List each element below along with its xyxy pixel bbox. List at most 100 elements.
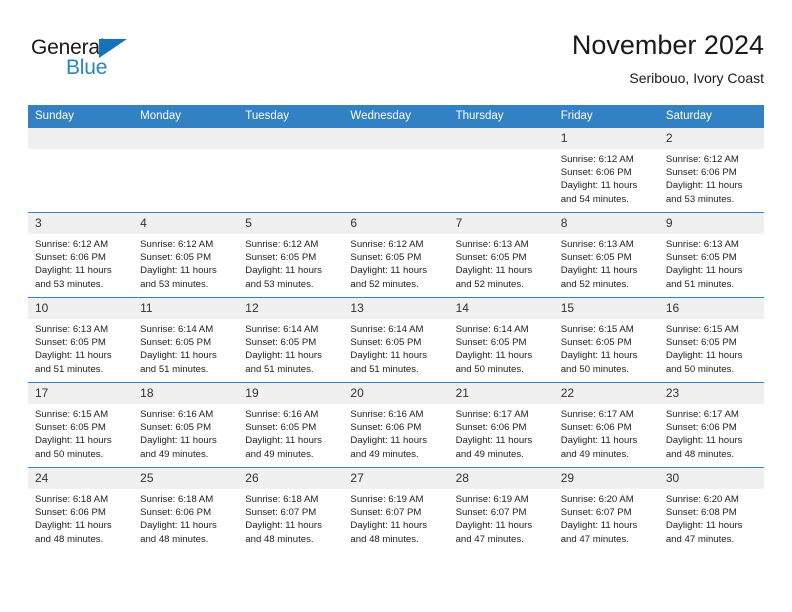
sunset-text: Sunset: 6:05 PM: [245, 252, 317, 264]
day-sun-info: Sunrise: 6:12 AM Sunset: 6:06 PM Daylight:…: [28, 234, 133, 291]
day-sun-info: Sunrise: 6:18 AM Sunset: 6:07 PM Daylight:…: [238, 489, 343, 546]
calendar-day-cell[interactable]: 8 Sunrise: 6:13 AM Sunset: 6:05 PM Daylight…: [553, 212, 659, 298]
calendar-day-cell[interactable]: 6 Sunrise: 6:12 AM Sunset: 6:05 PM Daylight…: [343, 212, 449, 298]
calendar-day-cell[interactable]: 20 Sunrise: 6:16 AM Sunset: 6:06 PM Dayligh…: [343, 382, 449, 468]
calendar-day-cell[interactable]: 26 Sunrise: 6:18 AM Sunset: 6:07 PM Dayligh…: [238, 467, 344, 552]
calendar-day-cell[interactable]: 7 Sunrise: 6:13 AM Sunset: 6:05 PM Daylight…: [448, 212, 554, 298]
general-blue-logo[interactable]: General Blue: [31, 36, 161, 84]
daylight-text-line1: Daylight: 11 hours: [245, 265, 322, 277]
sunrise-text: Sunrise: 6:12 AM: [665, 154, 739, 165]
daylight-text-line2: and 51 minutes.: [140, 363, 209, 375]
sunset-text: Sunset: 6:06 PM: [665, 422, 737, 434]
daylight-text-line2: and 53 minutes.: [35, 278, 104, 290]
calendar-day-cell[interactable]: 3 Sunrise: 6:12 AM Sunset: 6:06 PM Daylight…: [28, 212, 134, 298]
daylight-text-line2: and 49 minutes.: [245, 448, 314, 460]
sunrise-text: Sunrise: 6:12 AM: [140, 239, 214, 250]
calendar-day-cell[interactable]: 25 Sunrise: 6:18 AM Sunset: 6:06 PM Dayligh…: [133, 467, 239, 552]
calendar-day-cell[interactable]: 12 Sunrise: 6:14 AM Sunset: 6:05 PM Dayligh…: [238, 297, 344, 383]
day-sun-info: Sunrise: 6:15 AM Sunset: 6:05 PM Daylight:…: [554, 319, 659, 376]
sunrise-text: Sunrise: 6:12 AM: [560, 154, 634, 165]
day-number: 9: [658, 213, 764, 234]
daylight-text-line2: and 48 minutes.: [140, 533, 209, 545]
calendar-day-cell[interactable]: 5 Sunrise: 6:12 AM Sunset: 6:05 PM Daylight…: [238, 212, 344, 298]
calendar-day-cell[interactable]: 18 Sunrise: 6:16 AM Sunset: 6:05 PM Dayligh…: [133, 382, 239, 468]
day-number: 17: [28, 383, 134, 404]
sunrise-text: Sunrise: 6:12 AM: [350, 239, 424, 250]
day-number: 8: [553, 213, 659, 234]
calendar-day-cell[interactable]: 24 Sunrise: 6:18 AM Sunset: 6:06 PM Dayligh…: [28, 467, 134, 552]
daylight-text-line1: Daylight: 11 hours: [665, 520, 743, 532]
calendar-day-cell[interactable]: 10 Sunrise: 6:13 AM Sunset: 6:05 PM Dayligh…: [28, 297, 134, 383]
sunset-text: Sunset: 6:05 PM: [665, 337, 737, 349]
sunrise-text: Sunrise: 6:13 AM: [560, 239, 634, 250]
day-sun-info: Sunrise: 6:19 AM Sunset: 6:07 PM Daylight:…: [343, 489, 448, 546]
day-sun-info: Sunrise: 6:14 AM Sunset: 6:05 PM Daylight:…: [238, 319, 343, 376]
day-number: 19: [238, 383, 344, 404]
calendar-day-cell[interactable]: 1 Sunrise: 6:12 AM Sunset: 6:06 PM Daylight…: [553, 127, 659, 213]
daylight-text-line1: Daylight: 11 hours: [665, 265, 743, 277]
daylight-text-line1: Daylight: 11 hours: [560, 520, 638, 532]
daylight-text-line2: and 53 minutes.: [665, 193, 735, 205]
sunset-text: Sunset: 6:06 PM: [35, 252, 106, 264]
sunset-text: Sunset: 6:06 PM: [560, 422, 632, 434]
sunrise-text: Sunrise: 6:13 AM: [665, 239, 739, 250]
calendar-day-cell[interactable]: 4 Sunrise: 6:12 AM Sunset: 6:05 PM Daylight…: [133, 212, 239, 298]
calendar-day-cell-empty: [238, 127, 344, 213]
day-sun-info: Sunrise: 6:17 AM Sunset: 6:06 PM Daylight:…: [449, 404, 554, 461]
day-number: 2: [658, 128, 764, 149]
calendar-day-cell[interactable]: 15 Sunrise: 6:15 AM Sunset: 6:05 PM Dayligh…: [553, 297, 659, 383]
calendar-day-cell[interactable]: 30 Sunrise: 6:20 AM Sunset: 6:08 PM Dayligh…: [658, 467, 764, 552]
day-sun-info: Sunrise: 6:17 AM Sunset: 6:06 PM Daylight:…: [554, 404, 659, 461]
daylight-text-line2: and 52 minutes.: [455, 278, 524, 290]
sunset-text: Sunset: 6:06 PM: [350, 422, 422, 434]
day-sun-info: Sunrise: 6:14 AM Sunset: 6:05 PM Daylight:…: [133, 319, 238, 376]
day-number: 28: [448, 468, 554, 489]
sunrise-text: Sunrise: 6:19 AM: [455, 494, 529, 505]
daylight-text-line1: Daylight: 11 hours: [665, 180, 743, 192]
daylight-text-line1: Daylight: 11 hours: [560, 435, 638, 447]
day-sun-info: Sunrise: 6:12 AM Sunset: 6:05 PM Daylight:…: [238, 234, 343, 291]
calendar-day-cell[interactable]: 13 Sunrise: 6:14 AM Sunset: 6:05 PM Dayligh…: [343, 297, 449, 383]
calendar-day-cell[interactable]: 29 Sunrise: 6:20 AM Sunset: 6:07 PM Dayligh…: [553, 467, 659, 552]
calendar-day-cell[interactable]: 22 Sunrise: 6:17 AM Sunset: 6:06 PM Dayligh…: [553, 382, 659, 468]
day-number: 10: [28, 298, 134, 319]
page-subtitle: Seribouo, Ivory Coast: [629, 70, 764, 86]
calendar-day-cell[interactable]: 19 Sunrise: 6:16 AM Sunset: 6:05 PM Dayligh…: [238, 382, 344, 468]
day-sun-info: Sunrise: 6:13 AM Sunset: 6:05 PM Daylight:…: [659, 234, 764, 291]
day-number: 16: [658, 298, 764, 319]
sunset-text: Sunset: 6:05 PM: [245, 422, 317, 434]
day-number: 23: [658, 383, 764, 404]
calendar-day-cell[interactable]: 14 Sunrise: 6:14 AM Sunset: 6:05 PM Dayligh…: [448, 297, 554, 383]
calendar-day-cell[interactable]: 2 Sunrise: 6:12 AM Sunset: 6:06 PM Daylight…: [658, 127, 764, 213]
day-number: 24: [28, 468, 134, 489]
daylight-text-line2: and 51 minutes.: [665, 278, 735, 290]
calendar-day-cell[interactable]: 16 Sunrise: 6:15 AM Sunset: 6:05 PM Dayligh…: [658, 297, 764, 383]
calendar-day-cell[interactable]: 23 Sunrise: 6:17 AM Sunset: 6:06 PM Dayligh…: [658, 382, 764, 468]
daylight-text-line1: Daylight: 11 hours: [140, 520, 217, 532]
day-sun-info: Sunrise: 6:13 AM Sunset: 6:05 PM Daylight:…: [28, 319, 133, 376]
day-number: 5: [238, 213, 344, 234]
sunrise-text: Sunrise: 6:20 AM: [560, 494, 634, 505]
calendar-day-cell[interactable]: 9 Sunrise: 6:13 AM Sunset: 6:05 PM Daylight…: [658, 212, 764, 298]
calendar-day-cell-empty: [133, 127, 239, 213]
weekday-header-saturday: Saturday: [658, 105, 764, 128]
sunrise-text: Sunrise: 6:14 AM: [350, 324, 424, 335]
calendar-day-cell[interactable]: 21 Sunrise: 6:17 AM Sunset: 6:06 PM Dayligh…: [448, 382, 554, 468]
sunrise-text: Sunrise: 6:18 AM: [140, 494, 214, 505]
day-number: [343, 128, 449, 149]
sunset-text: Sunset: 6:07 PM: [350, 507, 422, 519]
daylight-text-line1: Daylight: 11 hours: [140, 350, 217, 362]
daylight-text-line2: and 48 minutes.: [245, 533, 314, 545]
daylight-text-line1: Daylight: 11 hours: [455, 350, 533, 362]
calendar-day-cell[interactable]: 17 Sunrise: 6:15 AM Sunset: 6:05 PM Dayligh…: [28, 382, 134, 468]
calendar-day-cell-empty: [448, 127, 554, 213]
calendar-day-cell[interactable]: 11 Sunrise: 6:14 AM Sunset: 6:05 PM Dayligh…: [133, 297, 239, 383]
sunset-text: Sunset: 6:07 PM: [245, 507, 317, 519]
daylight-text-line2: and 48 minutes.: [35, 533, 104, 545]
calendar-day-cell[interactable]: 28 Sunrise: 6:19 AM Sunset: 6:07 PM Dayligh…: [448, 467, 554, 552]
sunset-text: Sunset: 6:05 PM: [245, 337, 317, 349]
calendar-day-cell[interactable]: 27 Sunrise: 6:19 AM Sunset: 6:07 PM Dayligh…: [343, 467, 449, 552]
daylight-text-line2: and 50 minutes.: [35, 448, 104, 460]
sunset-text: Sunset: 6:05 PM: [140, 422, 212, 434]
sunset-text: Sunset: 6:07 PM: [560, 507, 632, 519]
